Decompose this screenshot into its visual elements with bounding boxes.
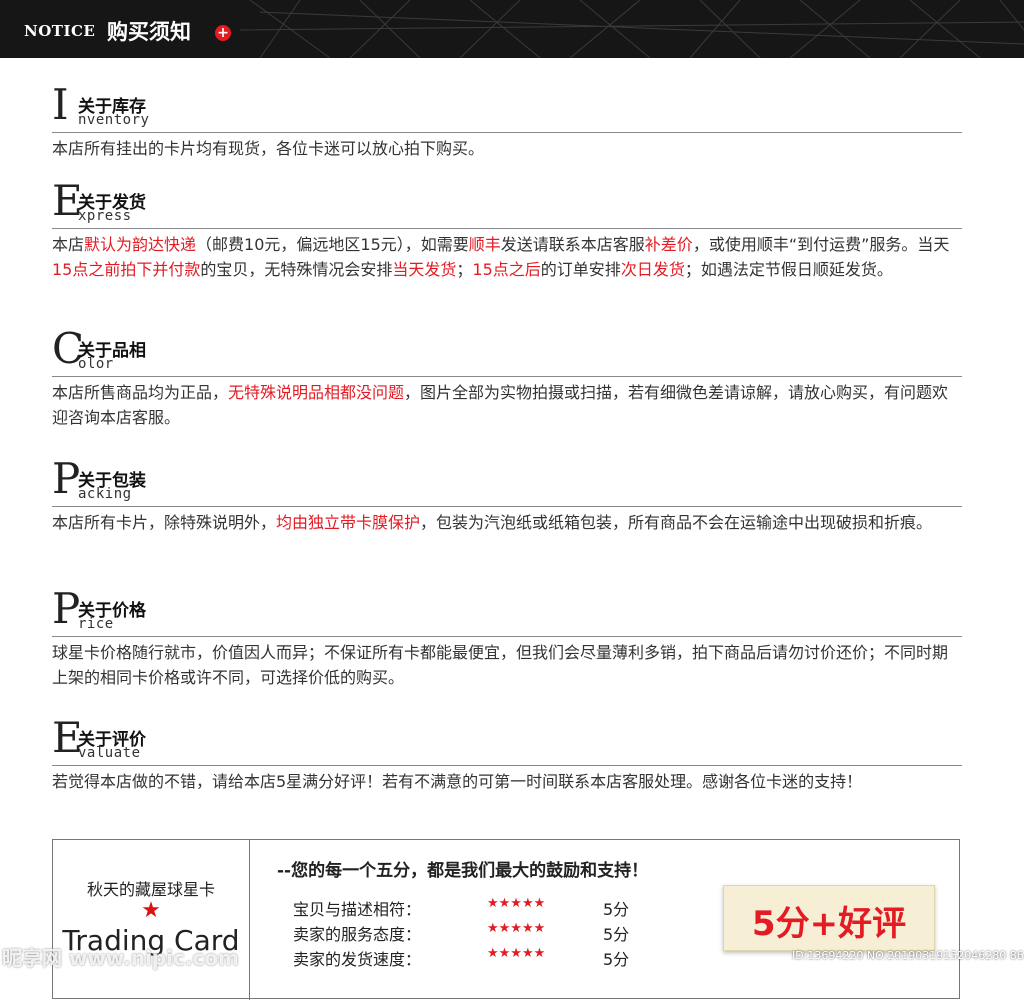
highlight-text: 均由独立带卡膜保护 xyxy=(276,513,421,532)
header-title: 购买须知 xyxy=(107,20,191,44)
section-body: 若觉得本店做的不错，请给本店5星满分好评！若有不满意的可第一时间联系本店客服处理… xyxy=(52,769,957,794)
highlight-text: 15点之前拍下并付款 xyxy=(52,260,201,279)
section-initial: P xyxy=(52,454,81,503)
rating-box: 秋天的藏屋球星卡 ★ Trading Card --您的每一个五分，都是我们最大… xyxy=(52,839,960,1000)
body-text: 本店所有挂出的卡片均有现货，各位卡迷可以放心拍下购买。 xyxy=(52,139,485,158)
section-express: E 关于发货 xpress 本店默认为韵达快递（邮费10元，偏远地区15元），如… xyxy=(52,180,962,279)
highlight-text: 顺丰 xyxy=(468,235,501,254)
body-text: ；如遇法定节假日顺延发货。 xyxy=(684,260,893,279)
badge-text: 5分+好评 xyxy=(751,904,907,944)
rating-label: 卖家的发货速度： xyxy=(293,950,422,969)
section-body: 本店所有挂出的卡片均有现货，各位卡迷可以放心拍下购买。 xyxy=(52,136,957,161)
plus-icon: + xyxy=(215,25,231,41)
rating-stars-icon: ★★★★★ xyxy=(487,896,546,911)
highlight-text: 无特殊说明品相都没问题 xyxy=(228,383,405,402)
rating-score: 5分 xyxy=(603,950,630,969)
section-divider xyxy=(52,765,962,766)
slogan: --您的每一个五分，都是我们最大的鼓励和支持！ xyxy=(277,861,649,881)
rating-score: 5分 xyxy=(603,925,630,944)
body-text: ，包装为汽泡纸或纸箱包装，所有商品不会在运输途中出现破损和折痕。 xyxy=(420,513,933,532)
body-text: 本店所有卡片，除特殊说明外， xyxy=(52,513,277,532)
section-subtitle: xpress xyxy=(78,208,132,224)
notice-header: NOTICE 购买须知 + xyxy=(0,0,1024,58)
section-body: 本店所有卡片，除特殊说明外，均由独立带卡膜保护，包装为汽泡纸或纸箱包装，所有商品… xyxy=(52,510,957,535)
section-subtitle: acking xyxy=(78,486,132,502)
section-price: P 关于价格 rice 球星卡价格随行就市，价值因人而异；不保证所有卡都能最便宜… xyxy=(52,588,962,687)
section-divider xyxy=(52,506,962,507)
section-inventory: I 关于库存 nventory 本店所有挂出的卡片均有现货，各位卡迷可以放心拍下… xyxy=(52,84,962,158)
header-label-en: NOTICE xyxy=(24,22,96,40)
section-body: 本店默认为韵达快递（邮费10元，偏远地区15元），如需要顺丰发送请联系本店客服补… xyxy=(52,232,957,282)
section-initial: P xyxy=(52,584,81,633)
section-packing: P 关于包装 acking 本店所有卡片，除特殊说明外，均由独立带卡膜保护，包装… xyxy=(52,458,962,532)
section-evaluate: E 关于评价 valuate 若觉得本店做的不错，请给本店5星满分好评！若有不满… xyxy=(52,717,962,791)
body-text: ； xyxy=(456,260,473,279)
highlight-text: 当天发货 xyxy=(392,260,457,279)
body-text: 的订单安排 xyxy=(540,260,621,279)
section-subtitle: rice xyxy=(78,616,114,632)
body-text: 球星卡价格随行就市，价值因人而异；不保证所有卡都能最便宜，但我们会尽量薄利多销，… xyxy=(52,643,949,687)
highlight-text: 补差价 xyxy=(644,235,693,254)
section-divider xyxy=(52,132,962,133)
section-subtitle: olor xyxy=(78,356,114,372)
highlight-text: 默认为韵达快递 xyxy=(84,235,197,254)
body-text: 若觉得本店做的不错，请给本店5星满分好评！若有不满意的可第一时间联系本店客服处理… xyxy=(52,772,863,791)
highlight-text: 次日发货 xyxy=(620,260,685,279)
rating-label: 卖家的服务态度： xyxy=(293,925,422,944)
section-body: 球星卡价格随行就市，价值因人而异；不保证所有卡都能最便宜，但我们会尽量薄利多销，… xyxy=(52,640,957,690)
body-text: （邮费10元，偏远地区15元），如需要 xyxy=(196,235,469,254)
star-icon: ★ xyxy=(141,898,161,923)
section-body: 本店所售商品均为正品，无特殊说明品相都没问题，图片全部为实物拍摄或扫描，若有细微… xyxy=(52,380,957,430)
section-initial: I xyxy=(52,80,69,129)
body-text: 本店 xyxy=(52,235,85,254)
section-divider xyxy=(52,228,962,229)
body-text: 发送请联系本店客服 xyxy=(500,235,645,254)
watermark-left: 昵享网 www.nipic.com xyxy=(2,946,239,970)
body-text: ，或使用顺丰“到付运费”服务。当天 xyxy=(692,235,950,254)
box-divider xyxy=(249,840,250,1000)
highlight-text: 15点之后 xyxy=(472,260,541,279)
rating-score: 5分 xyxy=(603,900,630,919)
section-divider xyxy=(52,636,962,637)
shop-name: 秋天的藏屋球星卡 xyxy=(86,880,215,899)
rating-stars-icon: ★★★★★ xyxy=(487,946,546,961)
section-divider xyxy=(52,376,962,377)
body-text: 本店所售商品均为正品， xyxy=(52,383,229,402)
rating-label: 宝贝与描述相符： xyxy=(293,900,422,919)
body-text: 的宝贝，无特殊情况会安排 xyxy=(200,260,393,279)
section-color: C 关于品相 olor 本店所售商品均为正品，无特殊说明品相都没问题，图片全部为… xyxy=(52,328,962,427)
good-review-badge: 5分+好评 xyxy=(723,885,935,951)
section-subtitle: valuate xyxy=(78,745,141,761)
section-subtitle: nventory xyxy=(78,112,150,128)
watermark-right: ID:13694220 NO:20190319152046280 86 xyxy=(792,949,1024,962)
rating-stars-icon: ★★★★★ xyxy=(487,921,546,936)
